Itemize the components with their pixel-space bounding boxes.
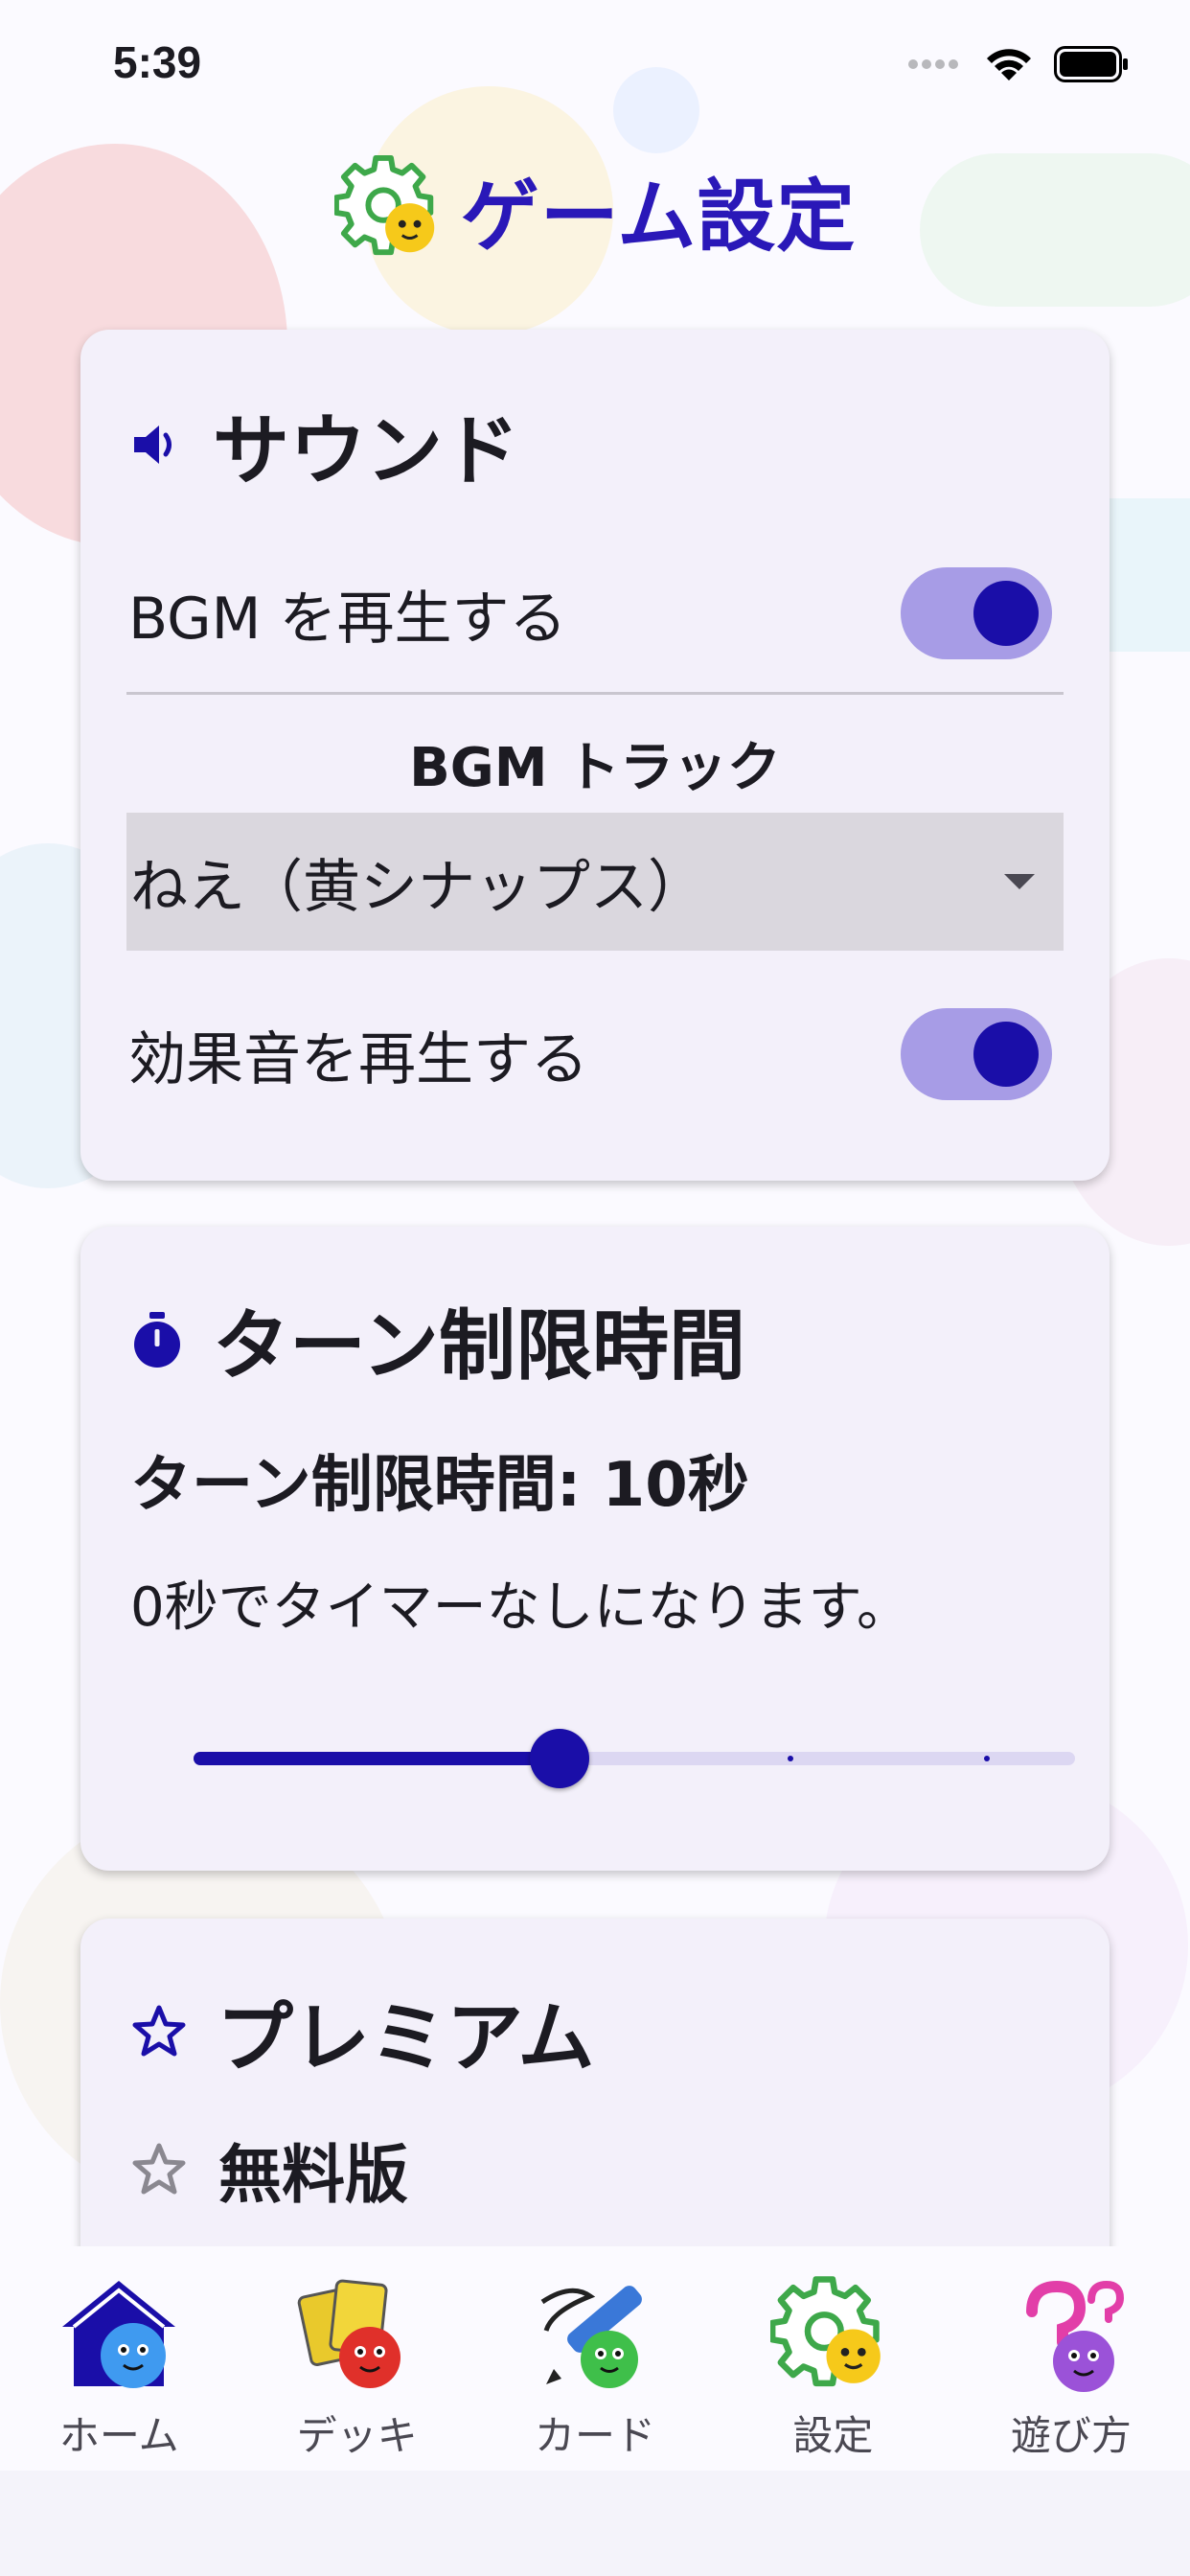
status-icons (908, 46, 1131, 82)
sfx-label: 効果音を再生する (128, 1025, 588, 1093)
tab-home[interactable]: ホーム (0, 2246, 238, 2471)
turn-limit-card-title: ターン制限時間 (213, 1301, 745, 1391)
bgm-toggle[interactable] (901, 567, 1052, 659)
tab-settings[interactable]: 設定 (714, 2246, 951, 2471)
bgm-track-value: ねえ（黄シナップス） (130, 853, 705, 921)
tab-deck[interactable]: デッキ (238, 2246, 475, 2471)
turn-limit-card-header: ターン制限時間 (130, 1284, 745, 1395)
sound-divider (126, 692, 1064, 695)
tab-settings-label: 設定 (792, 2412, 874, 2459)
stopwatch-icon (134, 1312, 180, 1368)
pen-mascot-icon (540, 2286, 642, 2388)
premium-card-title: プレミアム (217, 1993, 595, 2082)
turn-limit-card: ターン制限時間 ターン制限時間: 10秒 0秒でタイマーなしになります。 (80, 1227, 1110, 1871)
question-mascot-icon (1025, 2280, 1124, 2392)
slider-thumb[interactable] (529, 1729, 589, 1788)
premium-card: プレミアム 無料版 (80, 1919, 1110, 2302)
premium-status-row: 無料版 (130, 2124, 408, 2216)
bottom-tab-bar: ホーム デッキ カード 設定 遊び方 (0, 2246, 1190, 2471)
tab-cards-label: カード (535, 2412, 656, 2459)
battery-icon (1054, 46, 1128, 82)
sound-card-header: サウンド (130, 389, 519, 500)
slider-fill (194, 1752, 560, 1765)
bgm-track-label: BGM トラック (409, 737, 781, 799)
tab-deck-label: デッキ (296, 2412, 418, 2459)
home-indicator-area (0, 2471, 1190, 2576)
tab-cards[interactable]: カード (476, 2246, 714, 2471)
tab-home-label: ホーム (58, 2412, 179, 2459)
turn-limit-slider[interactable] (194, 1719, 1075, 1796)
page-title: ゲーム設定 (460, 171, 857, 263)
sound-card: サウンド BGM を再生する BGM トラック ねえ（黄シナップス） 効果音を再… (80, 330, 1110, 1181)
gear-mascot-icon-tab (770, 2276, 881, 2387)
slider-tick-4 (984, 1756, 990, 1761)
sfx-setting-row: 効果音を再生する (128, 1006, 1062, 1102)
gear-mascot-icon (333, 154, 434, 256)
cellular-signal-icon (908, 59, 958, 69)
sound-card-title: サウンド (213, 406, 519, 495)
bgm-toggle-knob (973, 581, 1039, 646)
dropdown-arrow-icon (1004, 874, 1035, 889)
slider-tick-3 (788, 1756, 793, 1761)
status-bar: 5:39 (0, 0, 1190, 134)
tab-how-to-play[interactable]: 遊び方 (952, 2246, 1190, 2471)
bgm-label: BGM を再生する (128, 585, 567, 653)
bgm-track-dropdown[interactable]: ねえ（黄シナップス） (126, 813, 1064, 951)
sfx-toggle[interactable] (901, 1008, 1052, 1100)
sfx-toggle-knob (973, 1022, 1039, 1087)
tab-how-to-play-label: 遊び方 (1010, 2412, 1132, 2459)
premium-card-header: プレミアム (130, 1976, 594, 2087)
speaker-icon (134, 426, 172, 464)
star-outline-icon (132, 2005, 186, 2057)
turn-limit-description: 0秒でタイマーなしになります。 (130, 1576, 911, 1639)
status-time: 5:39 (113, 37, 202, 87)
turn-limit-value: ターン制限時間: 10秒 (130, 1450, 749, 1521)
wifi-icon (987, 49, 1031, 80)
home-mascot-icon (62, 2281, 176, 2388)
cards-mascot-icon (297, 2279, 400, 2388)
star-outline-gray-icon (132, 2143, 186, 2195)
bgm-setting-row: BGM を再生する (128, 565, 1062, 661)
premium-status: 無料版 (218, 2138, 408, 2212)
page-header: ゲーム設定 (0, 151, 1190, 266)
